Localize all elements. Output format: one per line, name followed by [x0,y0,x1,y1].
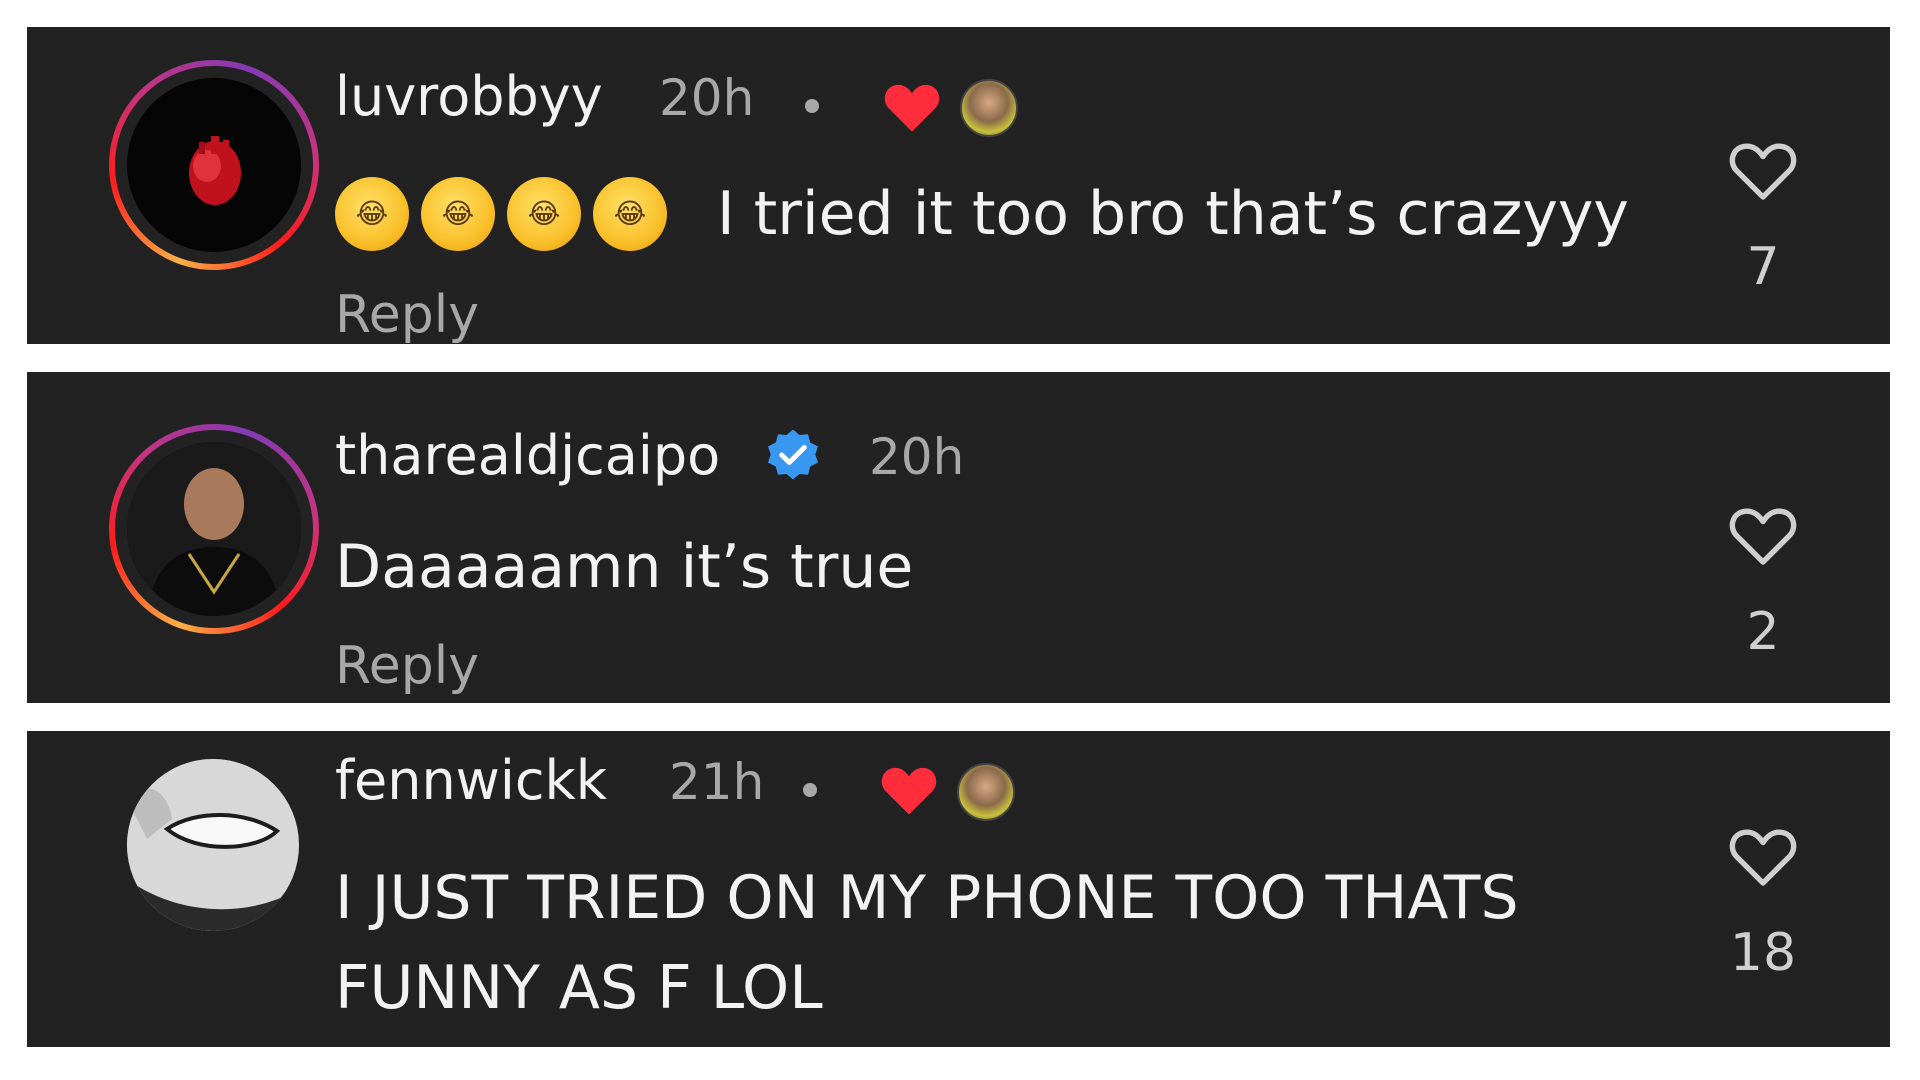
separator-dot [805,99,819,113]
reply-button[interactable]: Reply [335,636,479,696]
comment-timestamp: 20h [659,69,755,127]
comment-username[interactable]: luvrobbyy [335,65,603,128]
creator-liked-heart-icon [884,84,940,132]
heart-outline-icon[interactable] [1727,823,1799,889]
comment-timestamp: 20h [869,428,965,486]
creator-avatar [960,79,1018,137]
avatar [127,78,301,252]
creator-liked-heart-icon [881,767,937,815]
rofl-emoji-icon: 😂 [593,177,667,251]
rofl-emoji-icon: 😂 [335,177,409,251]
avatar [127,442,301,616]
comment-text-line-2: FUNNY AS F LOL [335,953,823,1023]
comment-timestamp: 21h [669,753,765,811]
emoji-group: 😂 😂 😂 😂 [335,177,667,251]
comment-text: I tried it too bro that’s crazyyy [717,179,1629,249]
avatar-story-ring[interactable] [109,60,319,270]
rofl-emoji-icon: 😂 [507,177,581,251]
creator-avatar [957,763,1015,821]
reply-button[interactable]: Reply [335,285,479,344]
avatar[interactable] [127,759,299,931]
anatomical-heart-icon [189,136,241,205]
heart-outline-icon[interactable] [1727,502,1799,568]
verified-badge-icon [768,429,818,480]
avatar-story-ring[interactable] [109,424,319,634]
rofl-emoji-icon: 😂 [421,177,495,251]
comment-username[interactable]: tharealdjcaipo [335,424,720,487]
comment-text-line-1: I JUST TRIED ON MY PHONE TOO THATS [335,863,1519,933]
person-portrait-icon [127,442,301,616]
smiling-mouth-photo-icon [127,759,299,931]
heart-outline-icon[interactable] [1727,137,1799,203]
comment-text: Daaaaamn it’s true [335,532,914,602]
like-count: 2 [1746,602,1780,662]
comment-row: tharealdjcaipo 20h Daaaaamn it’s true Re… [27,372,1890,703]
like-count: 7 [1746,237,1780,297]
like-count: 18 [1729,923,1797,983]
separator-dot [803,783,817,797]
comment-row: luvrobbyy 20h 😂 😂 😂 😂 I tried it too bro… [27,27,1890,344]
comment-row: fennwickk 21h I JUST TRIED ON MY PHONE T… [27,731,1890,1047]
comment-username[interactable]: fennwickk [335,749,607,812]
